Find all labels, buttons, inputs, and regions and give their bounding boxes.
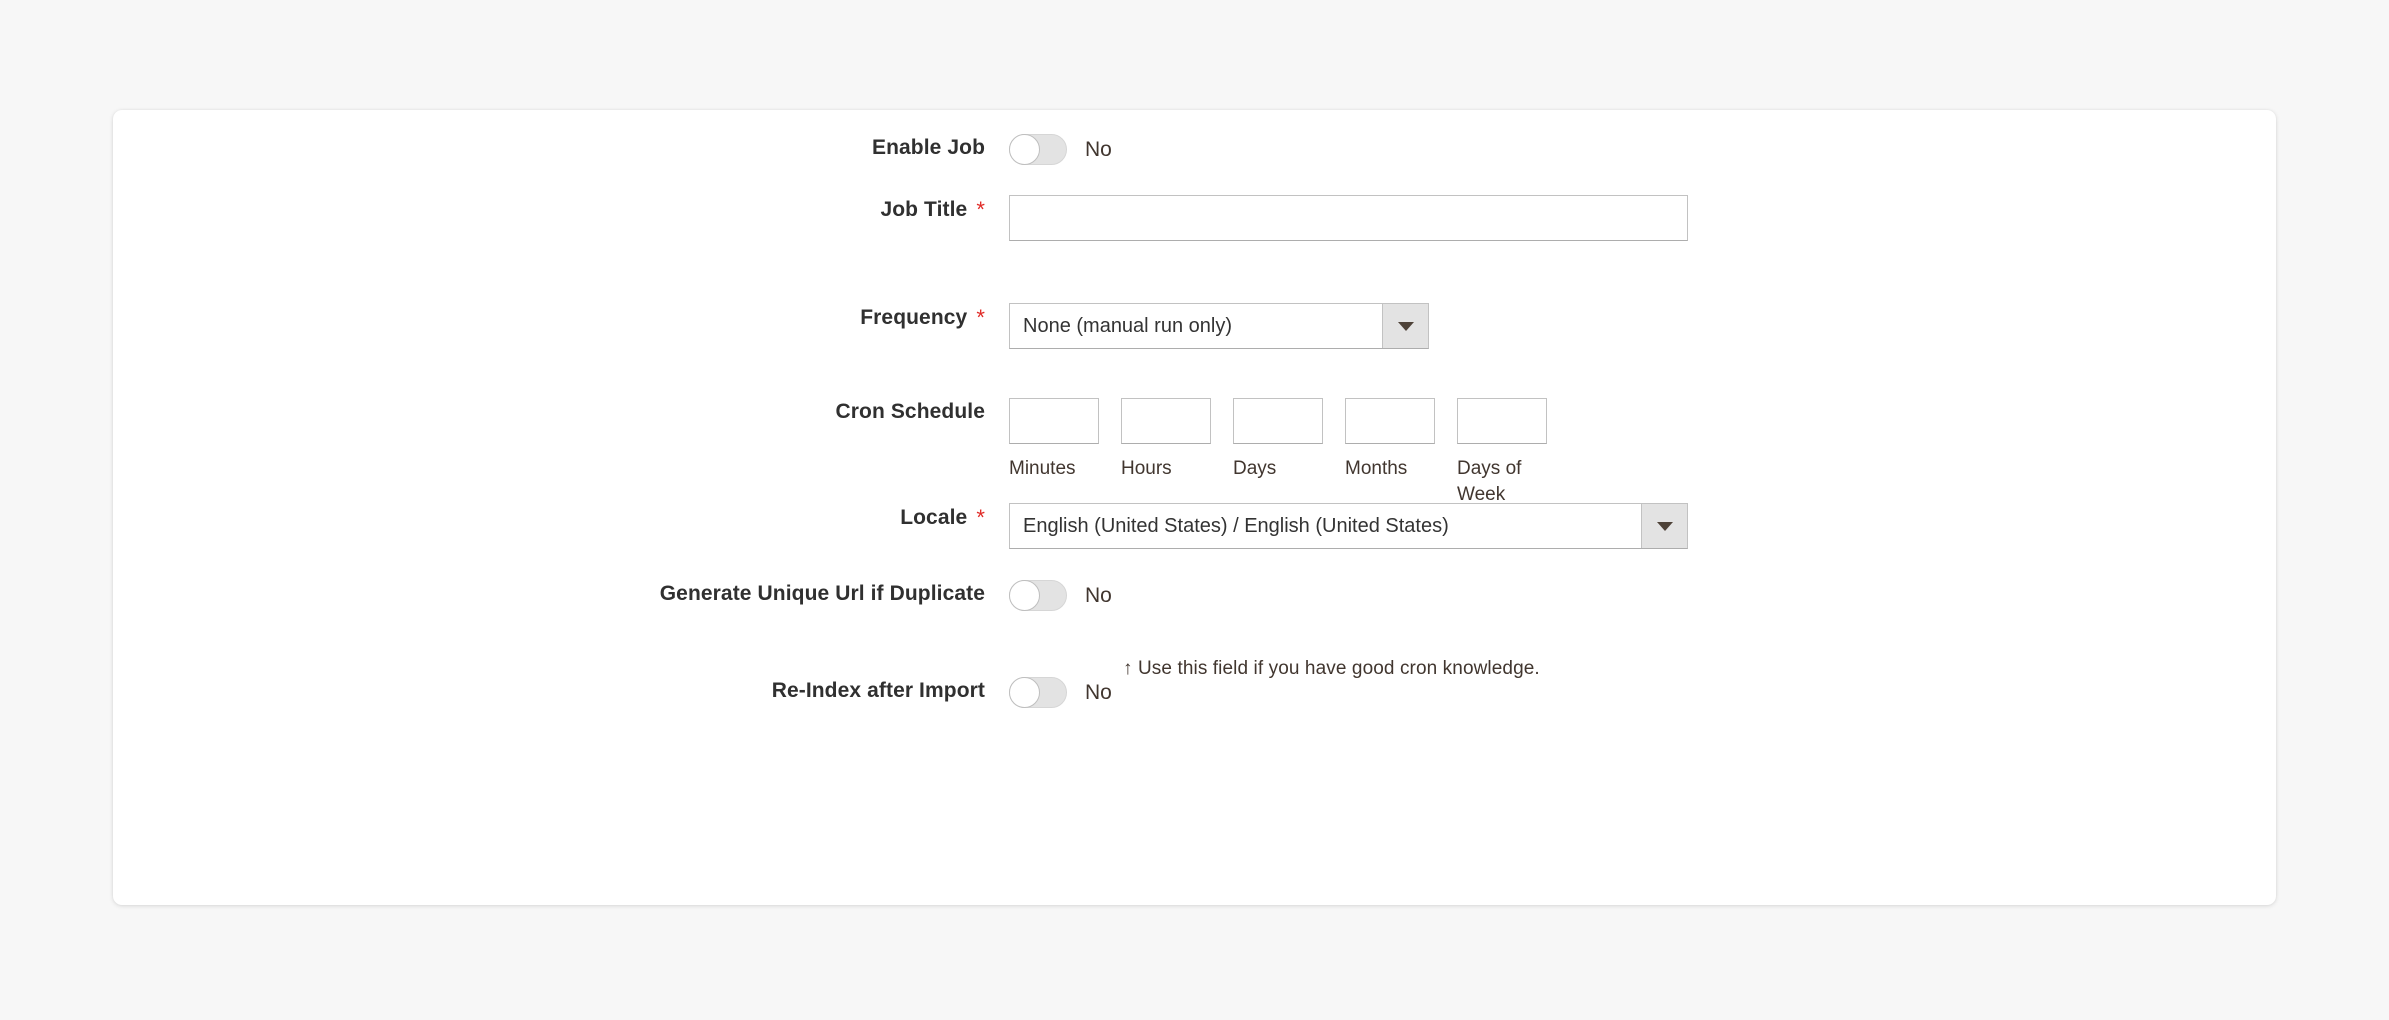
cron-days-caption: Days: [1233, 458, 1277, 479]
locale-required-asterisk: *: [976, 505, 985, 530]
cron-schedule-hint: ↑ Use this field if you have good cron k…: [1123, 658, 1540, 679]
reindex-after-import-toggle[interactable]: [1009, 677, 1067, 708]
chevron-down-icon[interactable]: [1641, 504, 1687, 548]
frequency-select-value: None (manual run only): [1023, 314, 1232, 337]
chevron-down-glyph: [1397, 321, 1414, 331]
form-row-job-title: Job Title *: [113, 195, 1688, 241]
job-title-input[interactable]: [1009, 195, 1688, 241]
cron-days-of-week-caption: Days of Week: [1457, 458, 1522, 505]
cron-hours-caption: Hours: [1121, 458, 1172, 479]
enable-job-toggle-value: No: [1085, 138, 1112, 161]
form-panel: Enable Job No Job Title * Frequency * No…: [113, 110, 2276, 905]
generate-unique-url-field: No: [1009, 580, 1112, 611]
frequency-select[interactable]: None (manual run only): [1009, 303, 1429, 349]
enable-job-label-text: Enable Job: [871, 136, 985, 159]
locale-select[interactable]: English (United States) / English (Unite…: [1009, 503, 1688, 549]
frequency-label-text: Frequency: [860, 306, 968, 329]
frequency-field: None (manual run only): [1009, 303, 1429, 349]
job-title-label: Job Title *: [113, 195, 985, 224]
cron-inputs-group: Minutes Hours Days Months Days of Week: [1009, 398, 1547, 508]
form-row-frequency: Frequency * None (manual run only): [113, 303, 1429, 349]
generate-unique-url-toggle-value: No: [1085, 584, 1112, 607]
job-title-required-asterisk: *: [976, 197, 985, 222]
cron-field-days: Days: [1233, 398, 1323, 508]
job-title-label-text: Job Title: [880, 198, 968, 221]
locale-label: Locale *: [113, 503, 985, 532]
form-row-generate-unique-url: Generate Unique Url if Duplicate No: [113, 580, 1112, 611]
cron-field-minutes: Minutes: [1009, 398, 1099, 508]
form-row-cron-schedule: Cron Schedule Minutes Hours Days Months …: [113, 398, 1547, 508]
generate-unique-url-toggle[interactable]: [1009, 580, 1067, 611]
job-title-field: [1009, 195, 1688, 241]
page-root: Enable Job No Job Title * Frequency * No…: [0, 0, 2389, 1020]
cron-hours-input[interactable]: [1121, 398, 1211, 444]
cron-field-days-of-week: Days of Week: [1457, 398, 1547, 508]
cron-schedule-label: Cron Schedule: [113, 398, 985, 426]
cron-days-input[interactable]: [1233, 398, 1323, 444]
cron-months-caption: Months: [1345, 458, 1408, 479]
form-row-enable-job: Enable Job No: [113, 134, 1112, 165]
cron-months-input[interactable]: [1345, 398, 1435, 444]
generate-unique-url-toggle-knob: [1009, 580, 1040, 611]
cron-days-of-week-input[interactable]: [1457, 398, 1547, 444]
cron-minutes-input[interactable]: [1009, 398, 1099, 444]
cron-field-months: Months: [1345, 398, 1435, 508]
frequency-label: Frequency *: [113, 303, 985, 332]
locale-label-text: Locale: [900, 506, 968, 529]
form-row-reindex-after-import: Re-Index after Import No: [113, 677, 1112, 708]
cron-schedule-label-text: Cron Schedule: [835, 400, 985, 423]
chevron-down-glyph: [1656, 521, 1673, 531]
cron-field-hours: Hours: [1121, 398, 1211, 508]
reindex-after-import-toggle-value: No: [1085, 681, 1112, 704]
reindex-after-import-label-text: Re-Index after Import: [771, 679, 985, 702]
cron-minutes-caption: Minutes: [1009, 458, 1076, 479]
reindex-after-import-toggle-knob: [1009, 677, 1040, 708]
locale-select-value: English (United States) / English (Unite…: [1023, 514, 1449, 537]
enable-job-toggle[interactable]: [1009, 134, 1067, 165]
reindex-after-import-label: Re-Index after Import: [113, 677, 985, 705]
frequency-required-asterisk: *: [976, 305, 985, 330]
generate-unique-url-label-text: Generate Unique Url if Duplicate: [659, 582, 985, 605]
chevron-down-icon[interactable]: [1382, 304, 1428, 348]
enable-job-field: No: [1009, 134, 1112, 165]
reindex-after-import-field: No: [1009, 677, 1112, 708]
generate-unique-url-label: Generate Unique Url if Duplicate: [113, 580, 985, 608]
locale-field: English (United States) / English (Unite…: [1009, 503, 1688, 549]
enable-job-toggle-knob: [1009, 134, 1040, 165]
form-row-locale: Locale * English (United States) / Englis…: [113, 503, 1688, 549]
enable-job-label: Enable Job: [113, 134, 985, 162]
cron-schedule-field: Minutes Hours Days Months Days of Week: [1009, 398, 1547, 508]
